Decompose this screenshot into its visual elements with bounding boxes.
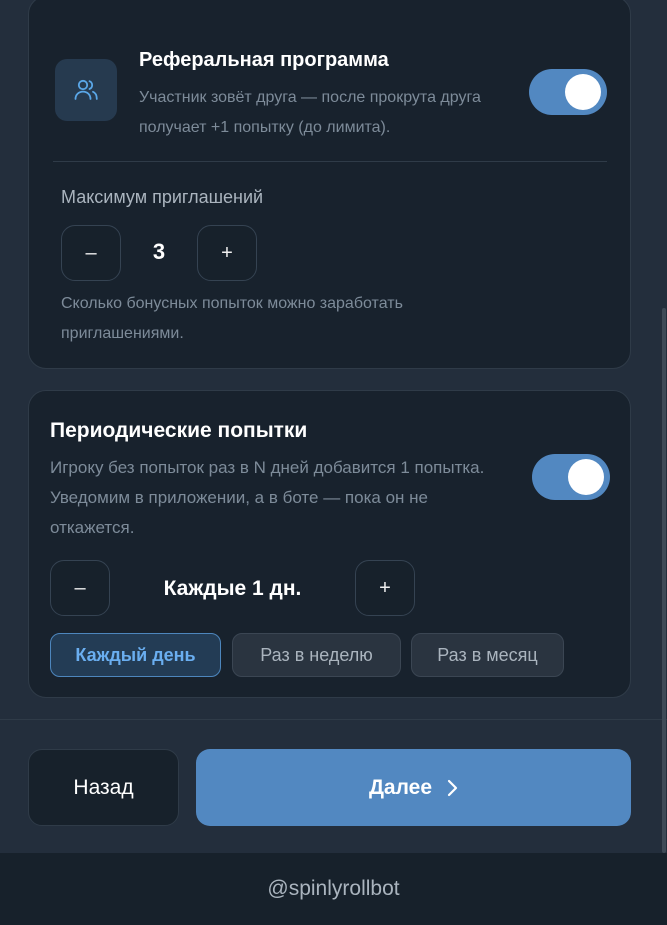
interval-decrement-button[interactable]: – [50, 560, 110, 616]
next-button-label: Далее [368, 775, 433, 799]
footer-bar: @spinlyrollbot [0, 853, 667, 925]
periodic-toggle[interactable] [532, 454, 610, 500]
back-button-label: Назад [73, 775, 134, 799]
referral-title: Реферальная программа [139, 49, 389, 71]
interval-value: Каждые 1 дн. [163, 577, 302, 600]
bottom-divider [0, 719, 667, 720]
referral-toggle[interactable] [529, 69, 607, 115]
referral-icon-box [55, 59, 117, 121]
back-button[interactable]: Назад [28, 749, 179, 826]
divider [53, 161, 607, 162]
next-button[interactable]: Далее [196, 749, 631, 826]
chevron-right-icon [447, 779, 458, 796]
periodic-title: Периодические попытки [50, 419, 308, 442]
referral-description: Участник зовёт друга — после прокрута др… [139, 89, 481, 136]
bot-handle: @spinlyrollbot [267, 877, 400, 900]
settings-screen: Реферальная программа Участник зовёт дру… [0, 0, 667, 925]
periodic-card: Периодические попытки Игроку без попыток… [28, 390, 631, 698]
periodic-description: Игроку без попыток раз в N дней добавитс… [50, 458, 485, 537]
max-invites-decrement-button[interactable]: – [61, 225, 121, 281]
interval-increment-button[interactable]: + [355, 560, 415, 616]
toggle-knob [568, 459, 604, 495]
max-invites-hint: Сколько бонусных попыток можно заработат… [61, 295, 403, 342]
preset-weekly-chip[interactable]: Раз в неделю [232, 633, 401, 677]
preset-monthly-chip[interactable]: Раз в месяц [411, 633, 564, 677]
max-invites-label: Максимум приглашений [61, 187, 264, 207]
preset-daily-chip[interactable]: Каждый день [50, 633, 221, 677]
max-invites-increment-button[interactable]: + [197, 225, 257, 281]
max-invites-value: 3 [152, 239, 166, 264]
toggle-knob [565, 74, 601, 110]
referral-card: Реферальная программа Участник зовёт дру… [28, 0, 631, 369]
scrollbar[interactable] [662, 308, 666, 853]
users-icon [74, 79, 98, 100]
